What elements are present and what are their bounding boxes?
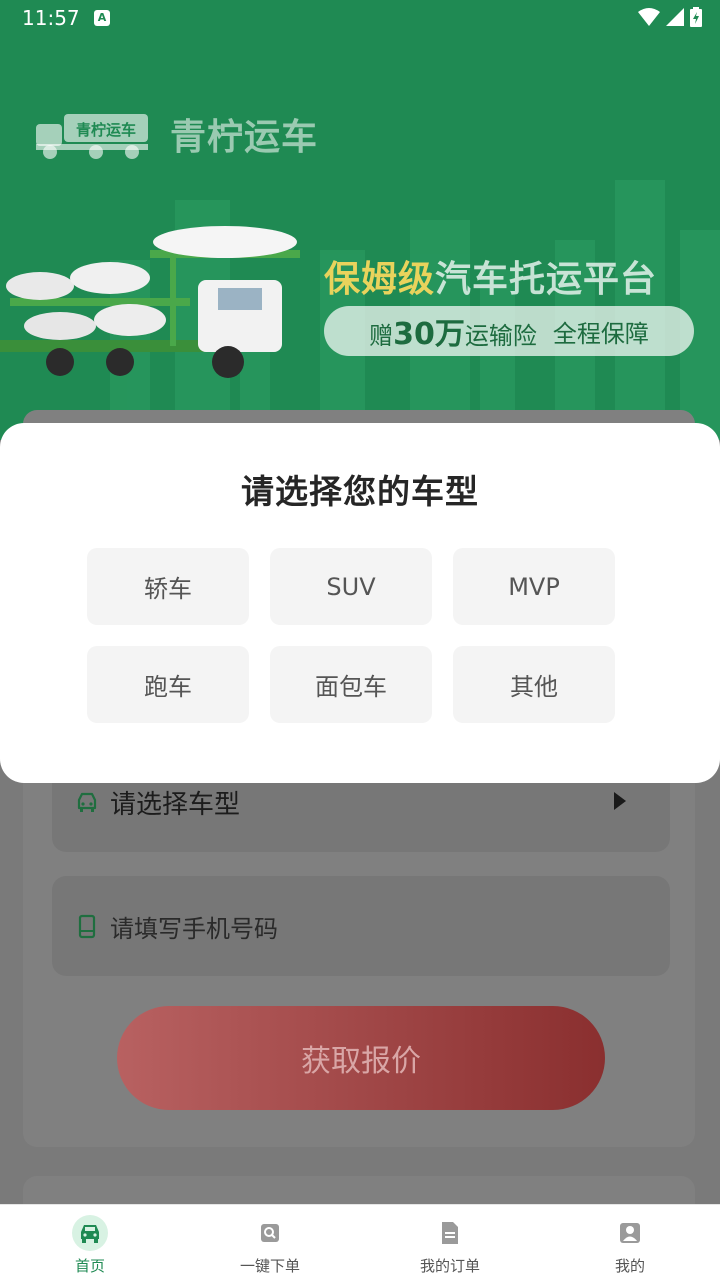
phone-input[interactable]: 请填写手机号码 (52, 876, 670, 976)
truck-logo-icon: 青柠运车 (36, 114, 148, 159)
slogan-rest: 汽车托运平台 (435, 259, 658, 300)
status-bar: 11:57 A (0, 0, 720, 36)
insurance-offer: 赠30万运输险 (369, 309, 537, 353)
caret-right-icon (614, 792, 626, 810)
brand-logo: 青柠运车 青柠运车 (36, 108, 318, 160)
car-icon (81, 1225, 99, 1243)
slogan-highlight: 保姆级 (324, 259, 436, 300)
signal-icon (666, 8, 684, 26)
nav-profile[interactable]: 我的 (540, 1205, 720, 1280)
get-quote-button[interactable]: 获取报价 (117, 1006, 605, 1110)
option-sedan[interactable]: 轿车 (87, 548, 249, 625)
nav-quick-order-label: 一键下单 (239, 1257, 300, 1275)
pill-prefix: 赠 (369, 322, 394, 350)
nav-my-orders[interactable]: 我的订单 (360, 1205, 540, 1280)
car-type-modal: 请选择您的车型 轿车 SUV MVP 跑车 面包车 其他 (0, 423, 720, 783)
option-mvp[interactable]: MVP (453, 548, 615, 625)
insurance-pill: 赠30万运输险 全程保障 (324, 306, 694, 356)
nav-home-icon-bg (72, 1215, 108, 1251)
car-carrier-truck-image (0, 226, 300, 378)
option-sports-car[interactable]: 跑车 (87, 646, 249, 723)
pill-amount: 30万 (393, 317, 465, 352)
wifi-icon (638, 8, 660, 26)
status-time: 11:57 (22, 6, 80, 30)
person-icon (620, 1223, 640, 1243)
modal-title: 请选择您的车型 (241, 472, 479, 511)
phone-icon (78, 914, 96, 939)
logo-badge-text: 青柠运车 (76, 121, 136, 139)
nav-quick-order-icon-bg (252, 1215, 288, 1251)
promo-banner: 11:57 A 青柠运车 青柠运车 保姆级汽车托运平台 赠30万运输险 全程保障 (0, 0, 720, 440)
car-type-options: 轿车 SUV MVP 跑车 面包车 其他 (87, 548, 615, 723)
document-icon (442, 1222, 458, 1244)
option-other[interactable]: 其他 (453, 646, 615, 723)
nav-home[interactable]: 首页 (0, 1205, 180, 1280)
car-type-label: 请选择车型 (110, 789, 241, 820)
phone-placeholder: 请填写手机号码 (110, 914, 278, 943)
battery-icon (690, 7, 702, 27)
notification-icon: A (94, 10, 110, 26)
nav-my-orders-icon-bg (432, 1215, 468, 1251)
order-icon (261, 1224, 279, 1242)
brand-name: 青柠运车 (170, 117, 319, 158)
nav-profile-label: 我的 (614, 1257, 645, 1275)
option-van[interactable]: 面包车 (270, 646, 432, 723)
nav-home-label: 首页 (74, 1257, 105, 1275)
slogan: 保姆级汽车托运平台 (324, 250, 657, 302)
nav-my-orders-label: 我的订单 (419, 1257, 480, 1275)
pill-suffix: 全程保障 (552, 319, 649, 348)
nav-quick-order[interactable]: 一键下单 (180, 1205, 360, 1280)
bottom-nav: 首页 一键下单 我的订单 我的 (0, 1204, 720, 1280)
status-icons (638, 7, 702, 27)
pill-middle: 运输险 (464, 322, 537, 350)
car-icon (77, 792, 97, 812)
nav-profile-icon-bg (612, 1215, 648, 1251)
option-suv[interactable]: SUV (270, 548, 432, 625)
